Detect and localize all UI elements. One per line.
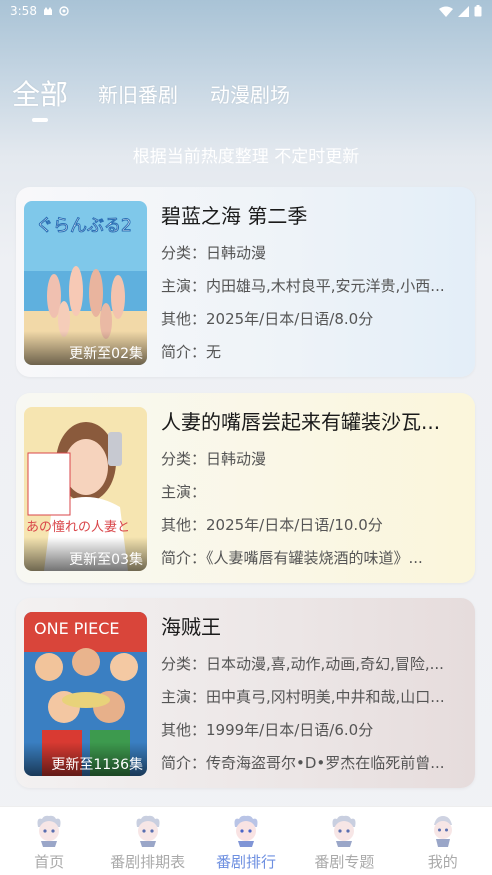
battery-icon	[474, 5, 482, 17]
chibi-mascot-icon	[433, 816, 452, 847]
tab-all[interactable]: 全部	[12, 78, 68, 122]
notification-icon	[43, 7, 52, 15]
nav-label: 番剧排期表	[110, 853, 186, 871]
nav-ranking[interactable]: 番剧排行	[197, 807, 295, 872]
status-bar: 3:58	[0, 0, 492, 22]
nav-profile[interactable]: 我的	[394, 807, 492, 872]
anime-other: 其他：2025年/日本/日语/10.0分	[161, 516, 383, 534]
anime-cover: あの憧れの人妻と 更新至03集	[24, 407, 147, 571]
anime-other: 其他：2025年/日本/日语/8.0分	[161, 310, 374, 328]
anime-title: 碧蓝之海 第二季	[161, 204, 308, 228]
nav-label: 我的	[427, 853, 458, 871]
chibi-mascot-icon	[136, 815, 160, 847]
anime-cast: 主演：	[161, 483, 207, 501]
anime-title: 人妻的嘴唇尝起来有罐装沙瓦...	[161, 410, 441, 434]
status-time: 3:58	[10, 4, 37, 18]
nav-home[interactable]: 首页	[0, 807, 98, 872]
anime-info: 海贼王 分类：日本动漫,喜,动作,动画,奇幻,冒险,... 主演：田中真弓,冈村…	[161, 612, 461, 780]
status-right	[439, 5, 482, 17]
anime-title: 海贼王	[161, 615, 221, 639]
cover-title-text: あの憧れの人妻と	[26, 520, 130, 535]
anime-category: 分类：日韩动漫	[161, 450, 267, 468]
anime-cover: ぐらんぶる2 更新至02集	[24, 201, 147, 365]
signal-icon	[458, 5, 469, 17]
status-left: 3:58	[10, 4, 69, 18]
ranking-subtitle: 根据当前热度整理 不定时更新	[132, 147, 360, 167]
chibi-mascot-icon	[332, 815, 356, 847]
episode-badge: 更新至02集	[24, 331, 147, 365]
anime-intro: 简介：《人妻嘴唇有罐装烧酒的味道》...	[161, 549, 423, 567]
chibi-mascot-icon	[37, 815, 61, 847]
nav-schedule[interactable]: 番剧排期表	[99, 807, 197, 872]
episode-badge: 更新至03集	[24, 537, 147, 571]
nav-label: 番剧排行	[215, 853, 276, 871]
tab-anime-theater[interactable]: 动漫剧场	[210, 78, 290, 112]
cover-title-text: ぐらんぶる2	[36, 216, 132, 236]
anime-intro: 简介：传奇海盗哥尔•D•罗杰在临死前曾...	[161, 754, 445, 772]
anime-cast: 主演：内田雄马,木村良平,安元洋贵,小西...	[161, 277, 445, 295]
wifi-icon	[439, 6, 453, 17]
cover-title-text: ONE PIECE	[34, 619, 120, 638]
anime-other: 其他：1999年/日本/日语/6.0分	[161, 721, 374, 739]
anime-cover: ONE PIECE 更新至1136集	[24, 612, 147, 776]
nav-topics[interactable]: 番剧专题	[295, 807, 393, 872]
shield-icon	[59, 6, 69, 16]
nav-label: 首页	[34, 853, 65, 871]
tab-new-old-anime[interactable]: 新旧番剧	[98, 78, 178, 112]
nav-label: 番剧专题	[314, 853, 375, 871]
anime-category: 分类：日韩动漫	[161, 244, 267, 262]
anime-info: 人妻的嘴唇尝起来有罐装沙瓦... 分类：日韩动漫 主演： 其他：2025年/日本…	[161, 407, 461, 575]
anime-intro: 简介：无	[161, 343, 222, 361]
episode-badge: 更新至1136集	[24, 742, 147, 776]
anime-card[interactable]: ONE PIECE 更新至1136集 海贼王 分类：日本动漫,喜,动作,动画,奇…	[16, 598, 475, 788]
anime-card[interactable]: あの憧れの人妻と 更新至03集 人妻的嘴唇尝起来有罐装沙瓦... 分类：日韩动漫…	[16, 393, 475, 583]
anime-card[interactable]: ぐらんぶる2 更新至02集 碧蓝之海 第二季 分类：日韩动漫 主演：内田雄马,木…	[16, 187, 475, 377]
anime-info: 碧蓝之海 第二季 分类：日韩动漫 主演：内田雄马,木村良平,安元洋贵,小西...…	[161, 201, 461, 369]
category-tabs: 全部 新旧番剧 动漫剧场	[12, 78, 480, 122]
anime-category: 分类：日本动漫,喜,动作,动画,奇幻,冒险,...	[161, 655, 444, 673]
anime-cast: 主演：田中真弓,冈村明美,中井和哉,山口...	[161, 688, 445, 706]
chibi-mascot-icon	[234, 815, 258, 847]
bottom-nav: 首页 番剧排期表 番剧排行 番剧专题 我的	[0, 806, 492, 875]
